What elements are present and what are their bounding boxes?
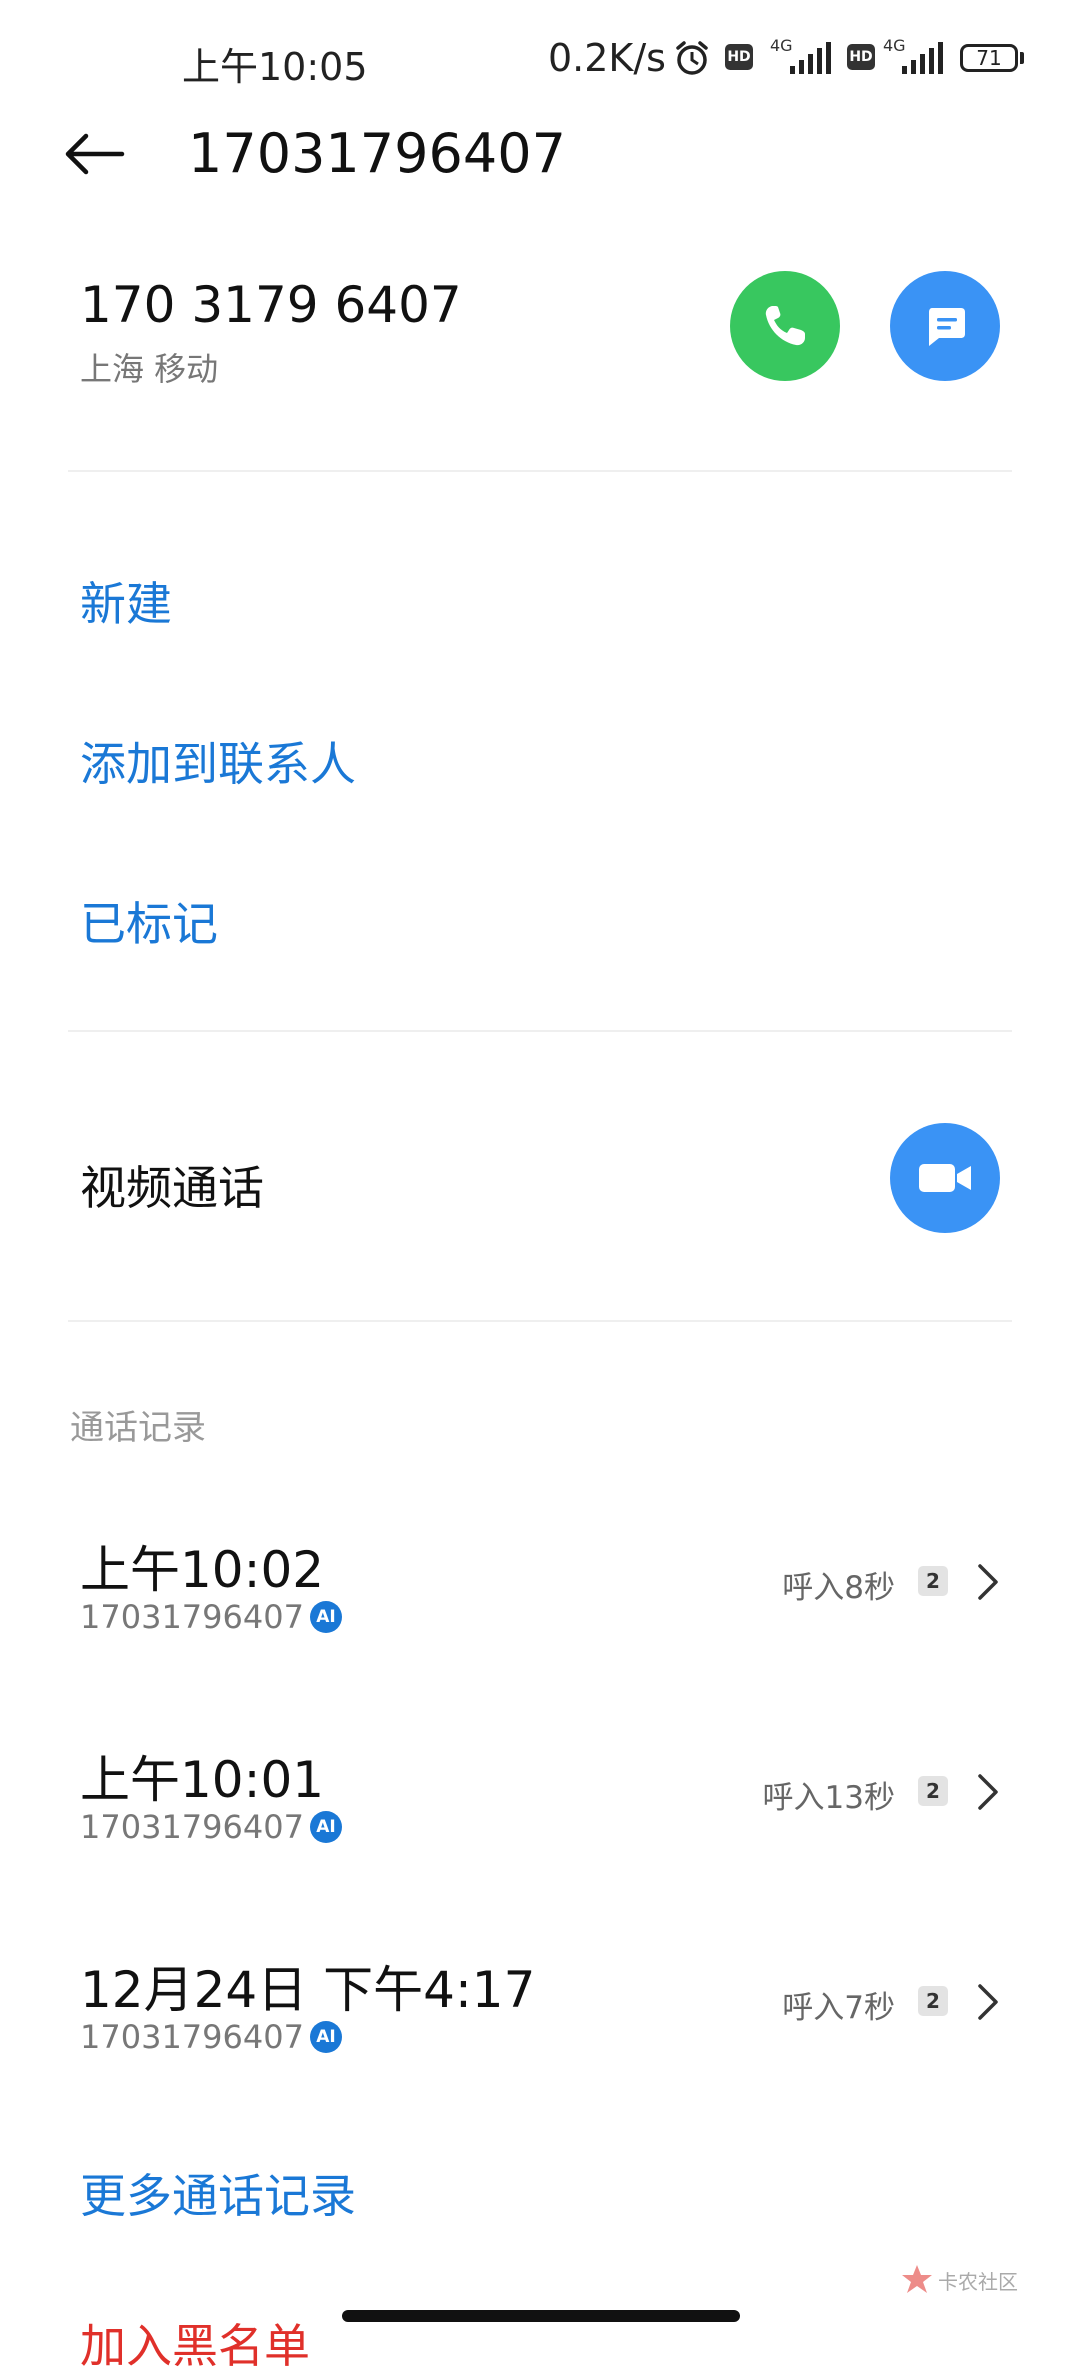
add-to-blacklist-button[interactable]: 加入黑名单 (80, 2310, 310, 2376)
call-log-time: 上午10:02 (80, 1541, 325, 1599)
signal-icon (902, 42, 943, 74)
add-to-contacts-button[interactable]: 添加到联系人 (80, 728, 356, 794)
video-camera-icon (919, 1164, 971, 1192)
phone-icon (765, 306, 805, 346)
ai-badge: AI (309, 1601, 342, 1633)
watermark-text: 卡农社区 (938, 2269, 1018, 2294)
hd-badge-2: HD (847, 44, 875, 70)
battery-icon: 71 (960, 44, 1018, 72)
hd-badge-1: HD (725, 44, 753, 70)
sim-badge: 2 (918, 1776, 948, 1806)
status-time: 上午10:05 (182, 45, 368, 89)
call-log-type: 呼入8秒 (782, 1570, 895, 1606)
call-log-number: 17031796407 AI (80, 1598, 342, 1636)
divider (68, 1030, 1012, 1032)
call-log-number: 17031796407 AI (80, 1808, 342, 1846)
battery-tip (1020, 52, 1024, 64)
call-log-header: 通话记录 (70, 1408, 206, 1448)
call-log-type: 呼入7秒 (782, 1990, 895, 2026)
call-log-number-text: 17031796407 (80, 1598, 304, 1636)
carrier-location: 上海 移动 (80, 350, 219, 388)
alarm-icon (676, 41, 708, 75)
video-call-button[interactable] (890, 1123, 1000, 1233)
call-log-time: 12月24日 下午4:17 (80, 1961, 536, 2019)
call-log-type: 呼入13秒 (762, 1780, 895, 1816)
page-title: 17031796407 (188, 122, 566, 185)
video-call-label: 视频通话 (80, 1161, 264, 1215)
call-log-number-text: 17031796407 (80, 2018, 304, 2056)
message-button[interactable] (890, 271, 1000, 381)
call-log-number: 17031796407 AI (80, 2018, 342, 2056)
watermark-logo: 卡农社区 (900, 2260, 1030, 2300)
watermark-icon (902, 2265, 932, 2293)
chevron-right-icon[interactable] (976, 1562, 1000, 1602)
new-contact-button[interactable]: 新建 (80, 568, 172, 634)
marked-button[interactable]: 已标记 (80, 888, 218, 954)
sim-badge: 2 (918, 1566, 948, 1596)
status-net-speed: 0.2K/s (548, 36, 666, 80)
call-button[interactable] (730, 271, 840, 381)
ai-badge: AI (309, 2021, 342, 2053)
more-call-logs-button[interactable]: 更多通话记录 (80, 2160, 356, 2226)
home-indicator[interactable] (342, 2310, 740, 2322)
ai-badge: AI (309, 1811, 342, 1843)
message-icon (929, 308, 965, 346)
signal-icon (790, 42, 831, 74)
call-log-time: 上午10:01 (80, 1751, 325, 1809)
call-log-number-text: 17031796407 (80, 1808, 304, 1846)
divider (68, 470, 1012, 472)
chevron-right-icon[interactable] (976, 1772, 1000, 1812)
divider (68, 1320, 1012, 1322)
back-arrow-icon[interactable] (62, 130, 126, 178)
phone-number: 170 3179 6407 (80, 276, 462, 334)
chevron-right-icon[interactable] (976, 1982, 1000, 2022)
sim-badge: 2 (918, 1986, 948, 2016)
